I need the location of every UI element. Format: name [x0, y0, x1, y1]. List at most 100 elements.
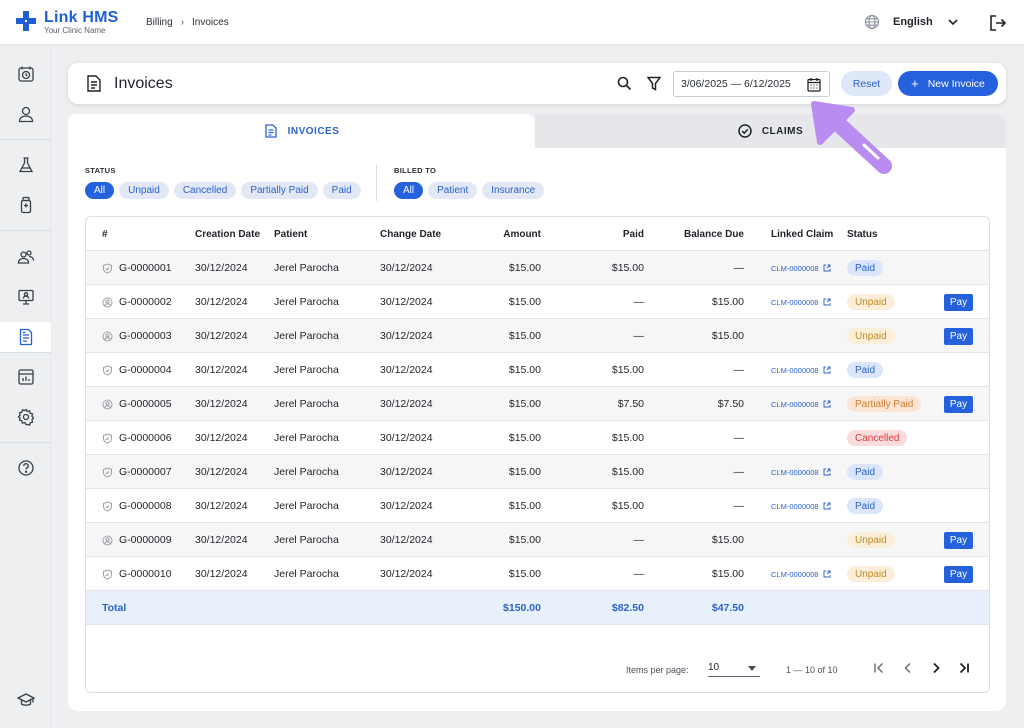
sidebar-item-reports[interactable]: [0, 362, 51, 392]
tab-invoices[interactable]: INVOICES: [68, 114, 535, 148]
table-row[interactable]: G-0000005 30/12/2024 Jerel Parocha 30/12/20…: [86, 387, 989, 421]
column-header-number[interactable]: #: [102, 217, 108, 251]
amount-cell: $15.00: [508, 296, 541, 308]
column-header-paid[interactable]: Paid: [566, 217, 644, 251]
amount-cell: $15.00: [508, 364, 541, 376]
status-cell: Partially Paid: [847, 387, 922, 421]
pagination-range: 1 — 10 of 10: [786, 665, 838, 675]
table-row[interactable]: G-0000010 30/12/2024 Jerel Parocha 30/12/20…: [86, 557, 989, 591]
app-logo[interactable]: Link HMS Your Clinic Name: [16, 9, 119, 35]
sidebar-item-help[interactable]: [0, 453, 51, 483]
items-per-page-select[interactable]: 10: [708, 659, 760, 677]
language-label: English: [893, 16, 933, 28]
reports-icon: [17, 369, 34, 385]
sidebar-item-staff[interactable]: [0, 242, 51, 272]
status-cell: Paid: [847, 251, 884, 285]
change-date-cell: 30/12/2024: [380, 432, 433, 444]
invoice-id: G-0000004: [119, 364, 172, 376]
settings-icon: [16, 408, 34, 426]
search-icon[interactable]: [617, 76, 632, 91]
invoice-icon: [87, 75, 101, 92]
pay-button[interactable]: Pay: [944, 327, 973, 345]
monitor-user-icon: [17, 289, 34, 305]
tab-claims[interactable]: CLAIMS: [535, 114, 1006, 148]
sidebar-item-patients[interactable]: [0, 99, 51, 129]
linked-claim-link[interactable]: CLM-0000008: [771, 298, 831, 307]
reset-button[interactable]: Reset: [841, 71, 892, 96]
sidebar-item-settings[interactable]: [0, 402, 51, 432]
table-row[interactable]: G-0000009 30/12/2024 Jerel Parocha 30/12/20…: [86, 523, 989, 557]
shield-icon: [103, 500, 112, 512]
previous-page-icon[interactable]: [901, 661, 915, 675]
pay-button[interactable]: Pay: [944, 395, 973, 413]
table-row[interactable]: G-0000007 30/12/2024 Jerel Parocha 30/12/20…: [86, 455, 989, 489]
pay-cell: Pay: [944, 319, 973, 353]
status-chip-unpaid[interactable]: Unpaid: [119, 182, 169, 199]
sidebar-item-learning[interactable]: [0, 685, 51, 715]
column-header-status[interactable]: Status: [847, 217, 878, 251]
new-invoice-button[interactable]: + New Invoice: [898, 71, 998, 96]
linked-claim-link[interactable]: CLM-0000008: [771, 400, 831, 409]
linked-claim-id: CLM-0000008: [771, 501, 819, 511]
linked-claim-link[interactable]: CLM-0000008: [771, 264, 831, 273]
creation-date-cell: 30/12/2024: [195, 466, 248, 478]
table-row[interactable]: G-0000003 30/12/2024 Jerel Parocha 30/12/20…: [86, 319, 989, 353]
column-header-linked-claim[interactable]: Linked Claim: [771, 217, 833, 251]
billed-to-chip-insurance[interactable]: Insurance: [482, 182, 545, 199]
pay-cell: Pay: [944, 523, 973, 557]
pagination: Items per page: 10 1 — 10 of 10: [86, 655, 989, 685]
filter-icon[interactable]: [647, 76, 661, 91]
sidebar-item-pharmacy[interactable]: [0, 190, 51, 220]
linked-claim-link[interactable]: CLM-0000008: [771, 570, 831, 579]
status-chip-paid[interactable]: Paid: [322, 182, 361, 199]
next-page-icon[interactable]: [929, 661, 943, 675]
logout-icon[interactable]: [989, 14, 1007, 32]
table-row[interactable]: G-0000001 30/12/2024 Jerel Parocha 30/12/20…: [86, 251, 989, 285]
external-link-icon: [823, 502, 830, 510]
table-row[interactable]: G-0000004 30/12/2024 Jerel Parocha 30/12/20…: [86, 353, 989, 387]
patient-cell: Jerel Parocha: [274, 432, 339, 444]
table-row[interactable]: G-0000002 30/12/2024 Jerel Parocha 30/12/20…: [86, 285, 989, 319]
column-header-amount[interactable]: Amount: [466, 217, 541, 251]
balance-due-cell: $7.50: [717, 398, 744, 410]
pay-button[interactable]: Pay: [944, 293, 973, 311]
total-amount: $150.00: [503, 602, 541, 614]
sidebar-item-billing[interactable]: [0, 322, 51, 352]
status-chip-partially-paid[interactable]: Partially Paid: [241, 182, 318, 199]
pay-button[interactable]: Pay: [944, 565, 973, 583]
linked-claim-link[interactable]: CLM-0000008: [771, 366, 831, 375]
breadcrumb-billing[interactable]: Billing: [146, 17, 173, 28]
column-header-change-date[interactable]: Change Date: [380, 217, 441, 251]
status-chip-all[interactable]: All: [85, 182, 115, 199]
linked-claim-link[interactable]: CLM-0000008: [771, 468, 831, 477]
sidebar-item-appointments[interactable]: [0, 59, 51, 89]
total-label: Total: [102, 602, 127, 614]
billed-to-chip-patient[interactable]: Patient: [428, 182, 478, 199]
pay-cell: Pay: [944, 387, 973, 421]
column-header-creation-date[interactable]: Creation Date: [195, 217, 260, 251]
sidebar-item-telemedicine[interactable]: [0, 282, 51, 312]
date-range-picker[interactable]: 3/06/2025 — 6/12/2025: [673, 71, 830, 97]
pay-button[interactable]: Pay: [944, 531, 973, 549]
column-header-patient[interactable]: Patient: [274, 217, 307, 251]
billed-to-filter: BILLED TO All Patient Insurance: [394, 166, 549, 199]
linked-claim-link[interactable]: CLM-0000008: [771, 502, 831, 511]
calendar-icon[interactable]: [807, 77, 821, 92]
table-row[interactable]: G-0000006 30/12/2024 Jerel Parocha 30/12/20…: [86, 421, 989, 455]
language-selector[interactable]: English: [864, 14, 959, 30]
column-header-balance-due[interactable]: Balance Due: [666, 217, 744, 251]
dropdown-arrow-icon: [748, 666, 756, 671]
sidebar-item-lab[interactable]: [0, 150, 51, 180]
users-icon: [17, 250, 34, 264]
pointer-arrow-icon: [811, 101, 892, 174]
status-cell: Unpaid: [847, 319, 895, 353]
page-header: Invoices 3/06/2025 — 6/12/2025 Reset + N…: [68, 63, 1006, 104]
first-page-icon[interactable]: [872, 661, 886, 675]
status-chip-cancelled[interactable]: Cancelled: [173, 182, 237, 199]
patient-cell: Jerel Parocha: [274, 330, 339, 342]
last-page-icon[interactable]: [957, 661, 971, 675]
table-row[interactable]: G-0000008 30/12/2024 Jerel Parocha 30/12/20…: [86, 489, 989, 523]
creation-date-cell: 30/12/2024: [195, 364, 248, 376]
globe-icon: [864, 14, 880, 30]
billed-to-chip-all[interactable]: All: [394, 182, 424, 199]
